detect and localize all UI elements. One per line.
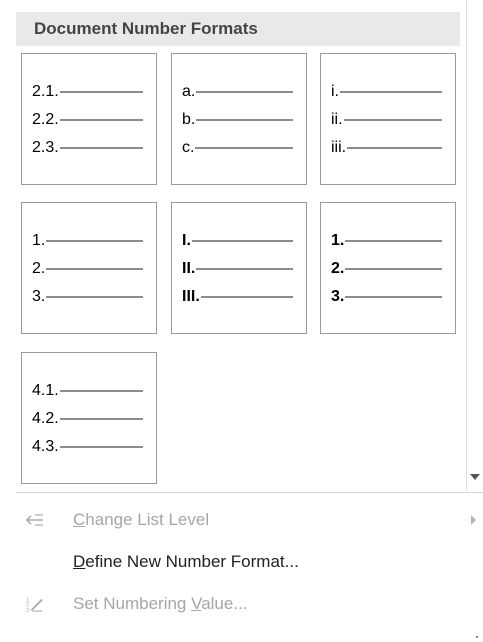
resize-grip[interactable] xyxy=(476,636,478,638)
format-preview-line xyxy=(345,268,443,270)
format-preview-line xyxy=(191,240,293,242)
format-preview-line xyxy=(59,446,143,448)
format-preview-row: 2.1. xyxy=(32,82,143,102)
format-preview-number: 2. xyxy=(331,260,345,277)
menu-divider xyxy=(16,492,483,493)
format-preview-number: 2.3. xyxy=(32,139,59,156)
change-list-level-icon xyxy=(25,514,43,526)
format-preview-row: II. xyxy=(182,259,294,279)
format-preview-number: II. xyxy=(182,260,196,277)
format-preview-row: 2. xyxy=(32,259,144,279)
number-format-tile[interactable]: 1. 2. 3. xyxy=(21,202,157,334)
format-preview-number: iii. xyxy=(331,139,347,156)
format-preview-line xyxy=(59,147,143,149)
format-preview-row: 2.2. xyxy=(32,110,143,130)
format-preview-row: 3. xyxy=(32,287,144,307)
change-list-level-menu-item[interactable]: Change List Level xyxy=(16,503,476,537)
number-format-tile[interactable]: 1. 2. 3. xyxy=(320,202,456,334)
format-preview-row: 4.3. xyxy=(32,437,143,457)
number-format-tile[interactable]: 4.1. 4.2. 4.3. xyxy=(21,352,157,484)
format-preview-number: 3. xyxy=(32,288,46,305)
number-format-gallery-panel: Document Number Formats 2.1. 2.2. 2.3. a. b… xyxy=(0,0,483,642)
format-preview-row: i. xyxy=(331,82,442,102)
format-preview-line xyxy=(59,119,143,121)
number-format-tile[interactable]: i. ii. iii. xyxy=(320,53,456,185)
format-preview-number: 2. xyxy=(32,260,46,277)
format-preview-line xyxy=(46,240,144,242)
format-preview-number: III. xyxy=(182,288,200,305)
format-preview-line xyxy=(59,390,143,392)
define-new-number-format-label: Define New Number Format... xyxy=(73,552,299,571)
format-preview-line xyxy=(59,91,143,93)
format-preview-number: I. xyxy=(182,232,191,249)
format-preview-number: a. xyxy=(182,83,196,100)
define-new-number-format-menu-item[interactable]: Define New Number Format... xyxy=(16,545,476,579)
format-preview-row: 3. xyxy=(331,287,443,307)
format-preview-row: 4.2. xyxy=(32,409,143,429)
number-format-tile[interactable]: a. b. c. xyxy=(171,53,307,185)
number-format-tiles: 2.1. 2.2. 2.3. a. b. c. i. ii. iii. 1. 2. 3. I. I… xyxy=(0,0,483,484)
format-preview-line xyxy=(46,296,144,298)
format-preview-row: 4.1. xyxy=(32,381,143,401)
set-numbering-value-menu-item[interactable]: 1 2 3 Set Numbering Value... xyxy=(16,587,476,621)
format-preview-number: 4.3. xyxy=(32,438,59,455)
scroll-down-arrow-icon[interactable] xyxy=(470,474,480,480)
scrollbar-track xyxy=(466,0,467,490)
format-preview-line xyxy=(196,119,294,121)
format-preview-line xyxy=(345,240,443,242)
format-preview-number: 4.2. xyxy=(32,410,59,427)
format-preview-number: b. xyxy=(182,111,196,128)
format-preview-row: 1. xyxy=(331,231,443,251)
format-preview-line xyxy=(196,268,294,270)
format-preview-number: 2.1. xyxy=(32,83,59,100)
number-format-tile[interactable]: 2.1. 2.2. 2.3. xyxy=(21,53,157,185)
format-preview-line xyxy=(340,91,442,93)
format-preview-line xyxy=(195,147,294,149)
format-preview-line xyxy=(345,296,443,298)
format-preview-row: ii. xyxy=(331,110,442,130)
format-preview-line xyxy=(347,147,443,149)
format-preview-number: 4.1. xyxy=(32,382,59,399)
format-preview-row: 2. xyxy=(331,259,443,279)
format-preview-row: I. xyxy=(182,231,293,251)
format-preview-line xyxy=(200,296,293,298)
format-preview-line xyxy=(59,418,143,420)
gallery-scrollbar[interactable] xyxy=(466,0,483,490)
format-preview-number: c. xyxy=(182,139,195,156)
format-preview-number: ii. xyxy=(331,111,343,128)
format-preview-row: b. xyxy=(182,110,294,130)
svg-text:3: 3 xyxy=(26,608,29,612)
set-numbering-value-icon: 1 2 3 xyxy=(26,597,43,612)
format-preview-number: 3. xyxy=(331,288,345,305)
submenu-arrow-icon xyxy=(471,515,476,525)
format-preview-row: c. xyxy=(182,138,294,158)
format-preview-number: 2.2. xyxy=(32,111,59,128)
format-preview-row: 2.3. xyxy=(32,138,143,158)
change-list-level-label: Change List Level xyxy=(73,510,210,529)
format-preview-line xyxy=(343,119,442,121)
format-preview-row: iii. xyxy=(331,138,443,158)
number-format-tile[interactable]: I. II. III. xyxy=(171,202,307,334)
format-preview-line xyxy=(196,91,294,93)
format-preview-number: 1. xyxy=(32,232,46,249)
format-preview-number: 1. xyxy=(331,232,345,249)
format-preview-row: III. xyxy=(182,287,293,307)
format-preview-line xyxy=(46,268,144,270)
format-preview-row: a. xyxy=(182,82,294,102)
format-preview-row: 1. xyxy=(32,231,144,251)
set-numbering-value-label: Set Numbering Value... xyxy=(73,594,248,613)
format-preview-number: i. xyxy=(331,83,339,100)
